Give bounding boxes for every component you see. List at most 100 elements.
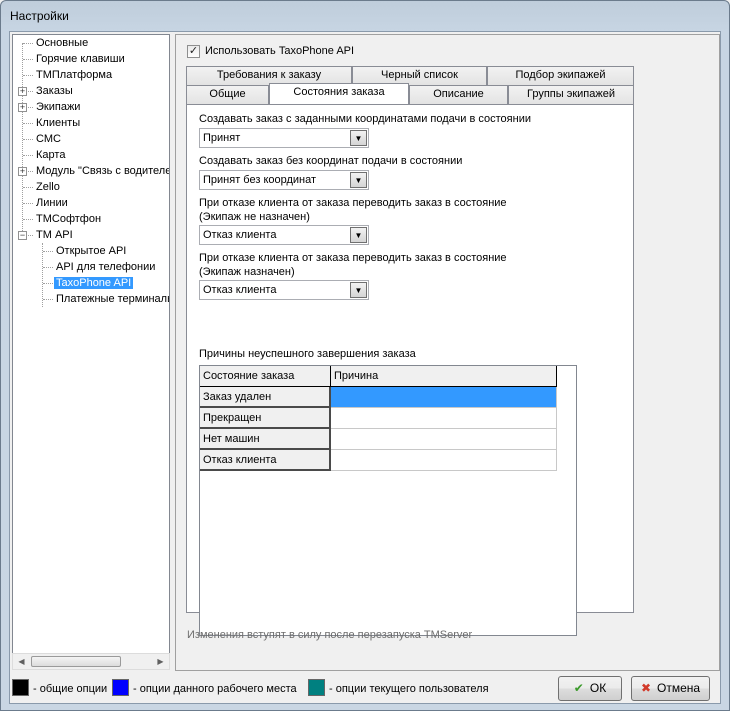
legend-label-common: - общие опции: [33, 683, 108, 695]
cross-icon: ✖: [640, 681, 651, 696]
settings-window: Настройки Основные Горячие клавиши ТМПла…: [0, 0, 730, 711]
state-with-coords-value: Принят: [203, 132, 241, 144]
settings-content-panel: ✓ Использовать TaxoPhone API Требования …: [175, 34, 720, 671]
tree-line: [23, 75, 33, 76]
use-taxophone-api-checkbox[interactable]: ✓: [187, 45, 200, 58]
restart-note: Изменения вступят в силу после перезапус…: [187, 629, 473, 641]
tree-item-taxophone-api[interactable]: TaxoPhone API: [54, 275, 134, 291]
field4-label-line1: При отказе клиента от заказа переводить …: [199, 252, 507, 264]
tree-line: [28, 91, 33, 92]
table-row-state[interactable]: Прекращен: [200, 408, 331, 429]
refusal-no-crew-value: Отказ клиента: [203, 229, 277, 241]
tree-item-tmplatforma[interactable]: ТМПлатформа: [36, 67, 112, 83]
chevron-down-icon[interactable]: ▼: [350, 172, 367, 188]
tree-item-telephony-api[interactable]: API для телефонии: [56, 259, 155, 275]
tree-item-sms[interactable]: СМС: [36, 131, 61, 147]
legend-label-workplace: - опции данного рабочего места: [133, 683, 297, 695]
tree-line: [23, 219, 33, 220]
order-states-tab-page: Создавать заказ с заданными координатами…: [186, 104, 634, 636]
table-row-reason[interactable]: [331, 408, 557, 429]
tree-item-map[interactable]: Карта: [36, 147, 65, 163]
state-with-coords-select[interactable]: Принят ▼: [199, 128, 369, 148]
state-without-coords-select[interactable]: Принят без координат ▼: [199, 170, 369, 190]
scroll-left-icon[interactable]: ◀: [13, 654, 30, 669]
tab-description[interactable]: Описание: [409, 85, 508, 104]
refusal-no-crew-select[interactable]: Отказ клиента ▼: [199, 225, 369, 245]
expand-icon[interactable]: +: [18, 167, 27, 176]
tree-line: [23, 187, 33, 188]
checkmark-icon: ✓: [188, 45, 199, 57]
expand-icon[interactable]: +: [18, 87, 27, 96]
window-title: Настройки: [10, 9, 69, 23]
tab-order-states[interactable]: Состояния заказа: [269, 83, 409, 104]
tree-line: [23, 123, 33, 124]
settings-tree[interactable]: Основные Горячие клавиши ТМПлатформа + З…: [12, 34, 170, 667]
scroll-right-icon[interactable]: ▶: [152, 654, 169, 669]
refusal-crew-assigned-select[interactable]: Отказ клиента ▼: [199, 280, 369, 300]
cancel-button-label: Отмена: [657, 681, 701, 695]
legend-swatch-common: [12, 679, 29, 696]
scroll-thumb[interactable]: [31, 656, 121, 667]
chevron-down-icon[interactable]: ▼: [350, 227, 367, 243]
table-row-reason[interactable]: [331, 387, 557, 408]
tree-item-driver-link[interactable]: Модуль "Связь с водителем": [36, 163, 169, 179]
tree-line: [23, 155, 33, 156]
tree-line: [43, 251, 53, 252]
tree-line: [23, 59, 33, 60]
cancel-button[interactable]: ✖ Отмена: [631, 676, 710, 701]
tab-crew-selection[interactable]: Подбор экипажей: [487, 66, 634, 85]
tree-item-osnovnye[interactable]: Основные: [36, 35, 88, 51]
column-header-reason[interactable]: Причина: [331, 366, 557, 387]
legend-swatch-workplace: [112, 679, 129, 696]
field4-label-line2: (Экипаж назначен): [199, 266, 295, 278]
tree-item-lines[interactable]: Линии: [36, 195, 68, 211]
chevron-down-icon[interactable]: ▼: [350, 282, 367, 298]
tab-general[interactable]: Общие: [186, 85, 269, 104]
table-row-state[interactable]: Заказ удален: [200, 387, 331, 408]
tree-item-tm-api[interactable]: ТМ API: [36, 227, 73, 243]
check-icon: ✔: [573, 681, 584, 696]
state-without-coords-value: Принят без координат: [203, 174, 317, 186]
tree-line: [28, 107, 33, 108]
expand-icon[interactable]: +: [18, 103, 27, 112]
tab-crew-groups[interactable]: Группы экипажей: [508, 85, 634, 104]
ok-button[interactable]: ✔ ОК: [558, 676, 622, 701]
refusal-crew-assigned-value: Отказ клиента: [203, 284, 277, 296]
tree-item-hotkeys[interactable]: Горячие клавиши: [36, 51, 125, 67]
tree-line: [28, 171, 33, 172]
field2-label: Создавать заказ без координат подачи в с…: [199, 155, 463, 167]
table-row-reason[interactable]: [331, 450, 557, 471]
tree-item-open-api[interactable]: Открытое API: [56, 243, 126, 259]
tree-line: [43, 267, 53, 268]
tree-line: [43, 283, 53, 284]
tree-line: [28, 235, 33, 236]
field3-label-line1: При отказе клиента от заказа переводить …: [199, 197, 507, 209]
legend-label-user: - опции текущего пользователя: [329, 683, 489, 695]
collapse-icon[interactable]: −: [18, 231, 27, 240]
table-row-state[interactable]: Отказ клиента: [200, 450, 331, 471]
reasons-grid[interactable]: Состояние заказа Причина Заказ удален Пр…: [199, 365, 577, 636]
window-client: Основные Горячие клавиши ТМПлатформа + З…: [9, 31, 721, 704]
field1-label: Создавать заказ с заданными координатами…: [199, 113, 531, 125]
tree-line: [23, 203, 33, 204]
table-row-state[interactable]: Нет машин: [200, 429, 331, 450]
tree-item-crews[interactable]: Экипажи: [36, 99, 80, 115]
table-row-reason[interactable]: [331, 429, 557, 450]
ok-button-label: ОК: [589, 681, 607, 695]
tree-item-payment-terminals[interactable]: Платежные терминалы: [56, 291, 169, 307]
tree-line: [42, 243, 43, 307]
tree-line: [23, 139, 33, 140]
tree-item-zello[interactable]: Zello: [36, 179, 60, 195]
use-taxophone-api-label: Использовать TaxoPhone API: [205, 45, 355, 57]
column-header-state[interactable]: Состояние заказа: [200, 366, 331, 387]
reasons-title: Причины неуспешного завершения заказа: [199, 348, 416, 360]
tree-horizontal-scrollbar[interactable]: ◀ ▶: [12, 653, 170, 670]
tree-line: [23, 43, 33, 44]
tree-item-tmsoftphone[interactable]: ТМСофтфон: [36, 211, 101, 227]
tree-item-clients[interactable]: Клиенты: [36, 115, 80, 131]
title-bar[interactable]: Настройки: [1, 1, 729, 31]
chevron-down-icon[interactable]: ▼: [350, 130, 367, 146]
field3-label-line2: (Экипаж не назначен): [199, 211, 310, 223]
tree-item-orders[interactable]: Заказы: [36, 83, 73, 99]
legend-swatch-user: [308, 679, 325, 696]
